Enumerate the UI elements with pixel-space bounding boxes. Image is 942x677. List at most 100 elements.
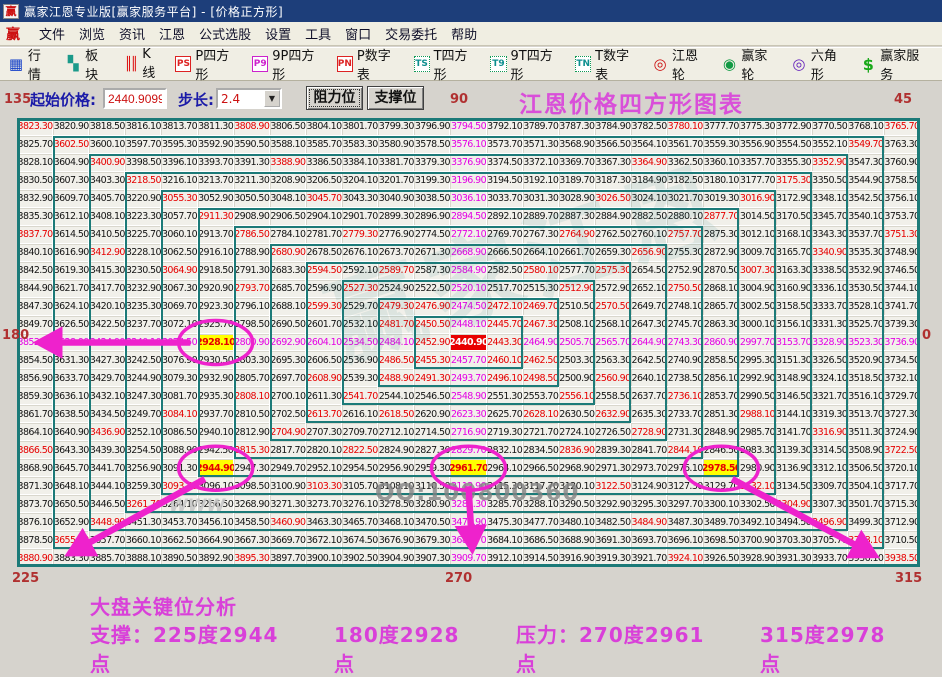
- grid-cell: 2829.70: [450, 441, 486, 459]
- menu-item-江恩[interactable]: 江恩: [152, 22, 192, 45]
- toolbar-item-六角形[interactable]: ◎六角形: [791, 45, 847, 83]
- grid-cell: 2925.70: [198, 316, 234, 334]
- grid-cell: 3316.90: [812, 423, 848, 441]
- menu-item-公式选股[interactable]: 公式选股: [192, 22, 258, 45]
- grid-cell: 3859.30: [17, 387, 53, 405]
- grid-cell: 2733.70: [667, 405, 703, 423]
- toolbar-item-label: K线: [142, 47, 162, 81]
- toolbar-item-T数字表[interactable]: TNT数字表: [575, 45, 639, 83]
- combo-dropdown-arrow-icon[interactable]: ▼: [264, 90, 280, 107]
- grid-cell: 2793.70: [234, 280, 270, 298]
- grid-cell: 3792.10: [487, 118, 523, 136]
- toolbar-item-赢家服务[interactable]: $赢家服务: [860, 45, 929, 83]
- grid-cell: 3883.30: [53, 549, 89, 567]
- toolbar-item-板块[interactable]: ▚板块: [65, 45, 109, 83]
- grid-cell: 3124.90: [631, 477, 667, 495]
- menu-item-资讯[interactable]: 资讯: [112, 22, 152, 45]
- grid-cell: 3693.70: [631, 531, 667, 549]
- menu-item-文件[interactable]: 文件: [32, 22, 72, 45]
- grid-cell: 2808.10: [234, 387, 270, 405]
- grid-cell: 3412.90: [89, 244, 125, 262]
- grid-cell: 3141.70: [776, 423, 812, 441]
- hexagon-icon: ◎: [791, 56, 807, 72]
- grid-cell: 3844.90: [17, 280, 53, 298]
- toolbar-item-江恩轮[interactable]: ◎江恩轮: [652, 45, 708, 83]
- grid-cell: 3204.10: [342, 172, 378, 190]
- toolbar-item-label: P数字表: [357, 45, 401, 83]
- grid-cell: 3576.10: [450, 136, 486, 154]
- grid-cell: 2553.70: [523, 387, 559, 405]
- grid-cell: 3801.70: [342, 118, 378, 136]
- grid-cell: 2702.50: [270, 405, 306, 423]
- menu-item-设置[interactable]: 设置: [258, 22, 298, 45]
- grid-cell: 3549.70: [848, 136, 884, 154]
- grid-cell: 2606.50: [306, 351, 342, 369]
- menu-item-工具[interactable]: 工具: [298, 22, 338, 45]
- grid-cell: 3900.10: [306, 549, 342, 567]
- toolbar-item-9T四方形[interactable]: T99T四方形: [490, 45, 562, 83]
- support-button[interactable]: 支撑位: [367, 86, 424, 110]
- toolbar-item-P四方形[interactable]: PSP四方形: [175, 45, 239, 83]
- grid-cell: 2568.10: [595, 316, 631, 334]
- toolbar-item-9P四方形[interactable]: P99P四方形: [252, 45, 324, 83]
- grid-cell: 2625.70: [487, 405, 523, 423]
- grid-cell: 3511.30: [848, 423, 884, 441]
- grid-cell: 3391.30: [234, 154, 270, 172]
- grid-cell: 3201.70: [378, 172, 414, 190]
- grid-cell: 3888.10: [125, 549, 161, 567]
- step-combo[interactable]: 2.4 ▼: [216, 88, 282, 109]
- grid-cell: 2714.50: [414, 423, 450, 441]
- grid-cell: 3585.70: [306, 136, 342, 154]
- grid-cell: 3868.90: [17, 459, 53, 477]
- grid-cell: 3571.30: [523, 136, 559, 154]
- grid-cell: 3662.50: [161, 531, 197, 549]
- grid-cell: 3086.50: [161, 423, 197, 441]
- grid-cell: 2611.30: [306, 387, 342, 405]
- grid-cell: 3892.90: [198, 549, 234, 567]
- title-bar: 赢 赢家江恩专业版[赢家服务平台] - [价格正方形]: [0, 0, 942, 22]
- grid-cell: 3856.90: [17, 369, 53, 387]
- toolbar-item-label: T四方形: [434, 45, 478, 83]
- grid-cell: 3259.30: [125, 477, 161, 495]
- grid-cell: 3057.70: [161, 208, 197, 226]
- blocks-icon: ▚: [65, 56, 81, 72]
- grid-cell: 2810.50: [234, 405, 270, 423]
- toolbar-item-T四方形[interactable]: TST四方形: [414, 45, 478, 83]
- grid-cell: 3480.10: [559, 513, 595, 531]
- grid-cell: 3765.70: [884, 118, 920, 136]
- grid-cell: 2976.10: [667, 459, 703, 477]
- grid-cell: 3237.70: [125, 316, 161, 334]
- grid-cell: 3796.90: [414, 118, 450, 136]
- menu-item-窗口[interactable]: 窗口: [338, 22, 378, 45]
- grid-cell: 3345.70: [812, 208, 848, 226]
- grid-cell: 3271.30: [270, 495, 306, 513]
- grid-cell: 3535.30: [848, 244, 884, 262]
- analysis-line: 支撑：225度2944点180度2928点压力：270度2961点315度297…: [90, 619, 942, 677]
- resistance-button[interactable]: 阻力位: [306, 86, 363, 110]
- toolbar-item-label: 江恩轮: [672, 45, 709, 83]
- grid-cell: 3081.70: [161, 387, 197, 405]
- grid-cell: 3722.50: [884, 441, 920, 459]
- angle-label-315: 315: [895, 571, 922, 586]
- menu-item-交易委托[interactable]: 交易委托: [378, 22, 444, 45]
- grid-cell: 3249.70: [125, 405, 161, 423]
- grid-cell: 3484.90: [631, 513, 667, 531]
- grid-cell: 3460.90: [270, 513, 306, 531]
- toolbar-item-行情[interactable]: ▦行情: [8, 45, 52, 83]
- grid-cell: 3504.10: [848, 477, 884, 495]
- grid-cell: 3235.30: [125, 298, 161, 316]
- angle-label-0: 0: [922, 328, 931, 343]
- grid-cell: 3384.10: [342, 154, 378, 172]
- toolbar-item-K线[interactable]: ║║K线: [122, 47, 162, 81]
- toolbar-item-P数字表[interactable]: PNP数字表: [337, 45, 401, 83]
- menu-item-帮助[interactable]: 帮助: [444, 22, 484, 45]
- grid-cell: 2954.50: [342, 459, 378, 477]
- menu-item-浏览[interactable]: 浏览: [72, 22, 112, 45]
- start-price-input[interactable]: [103, 88, 167, 109]
- grid-cell: 2853.70: [703, 387, 739, 405]
- toolbar-item-赢家轮[interactable]: ◉赢家轮: [721, 45, 777, 83]
- grid-cell: 3554.50: [776, 136, 812, 154]
- grid-cell: 3465.70: [342, 513, 378, 531]
- grid-cell: 3753.70: [884, 208, 920, 226]
- grid-cell: 3307.30: [812, 495, 848, 513]
